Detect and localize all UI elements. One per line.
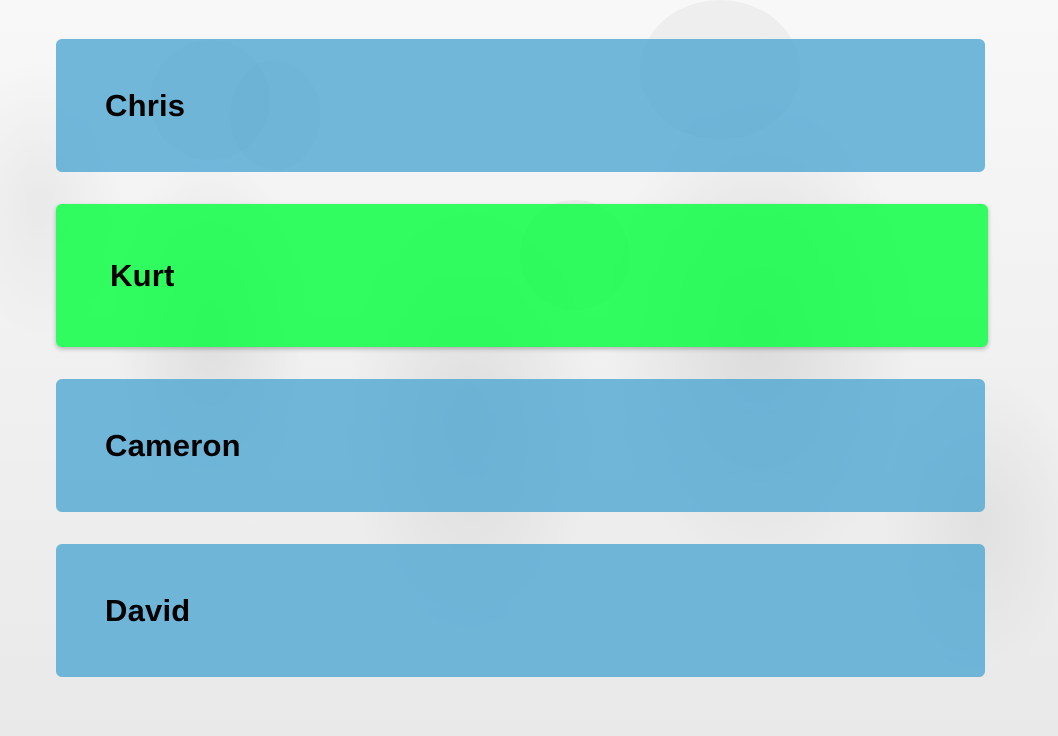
option-david[interactable]: David	[56, 544, 985, 677]
option-label: David	[105, 592, 191, 628]
answer-options-list: Chris Kurt Cameron David	[56, 39, 988, 709]
option-label: Cameron	[105, 427, 241, 463]
option-kurt[interactable]: Kurt	[56, 204, 988, 347]
option-chris[interactable]: Chris	[56, 39, 985, 172]
option-label: Kurt	[110, 257, 175, 293]
option-label: Chris	[105, 87, 186, 123]
option-cameron[interactable]: Cameron	[56, 379, 985, 512]
